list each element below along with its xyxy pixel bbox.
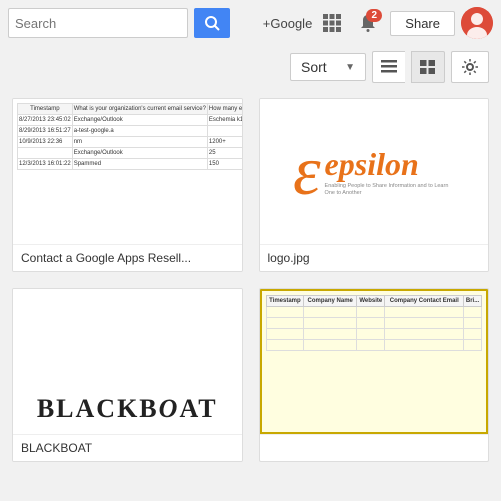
file-card-logo[interactable]: ε epsilon Enabling People to Share Infor… (259, 98, 490, 272)
file-label-blackboat: BLACKBOAT (13, 434, 242, 461)
list-view-button[interactable] (372, 51, 405, 83)
file-thumbnail-logo: ε epsilon Enabling People to Share Infor… (260, 99, 489, 244)
avatar[interactable] (461, 7, 493, 39)
file-label-spreadsheet: Contact a Google Apps Resell... (13, 244, 242, 271)
epsilon-symbol: ε (293, 137, 321, 207)
search-container (8, 8, 188, 38)
file-card-spreadsheet2[interactable]: Timestamp Company Name Website Company C… (259, 288, 490, 462)
file-label-logo: logo.jpg (260, 244, 489, 271)
grid-view-button[interactable] (411, 51, 445, 83)
epsilon-name: epsilon (325, 146, 455, 183)
file-label-spreadsheet2 (260, 434, 489, 447)
sort-label: Sort (301, 59, 327, 75)
toolbar: Sort ▼ (0, 46, 501, 88)
blackboat-text: BLACKBOAT (37, 394, 218, 424)
search-button[interactable] (194, 8, 230, 38)
file-thumbnail-spreadsheet2: Timestamp Company Name Website Company C… (260, 289, 489, 434)
notification-button[interactable]: 2 (352, 7, 384, 39)
file-card-spreadsheet[interactable]: Timestamp What is your organization's cu… (12, 98, 243, 272)
apps-icon[interactable] (318, 9, 346, 37)
settings-button[interactable] (451, 51, 489, 83)
file-card-blackboat[interactable]: BLACKBOAT BLACKBOAT (12, 288, 243, 462)
file-thumbnail-blackboat: BLACKBOAT (13, 289, 242, 434)
file-thumbnail-spreadsheet: Timestamp What is your organization's cu… (13, 99, 242, 244)
notification-badge: 2 (366, 9, 382, 22)
epsilon-tagline: Enabling People to Share Information and… (325, 183, 455, 197)
google-plus-link[interactable]: +Google (263, 16, 313, 31)
sort-button[interactable]: Sort ▼ (290, 53, 366, 81)
epsilon-logo: ε epsilon Enabling People to Share Infor… (293, 137, 455, 207)
files-grid: Timestamp What is your organization's cu… (0, 88, 501, 472)
sort-arrow-icon: ▼ (345, 62, 355, 73)
share-button[interactable]: Share (390, 11, 455, 36)
search-input[interactable] (9, 16, 197, 31)
topbar: +Google 2 Share (0, 0, 501, 46)
